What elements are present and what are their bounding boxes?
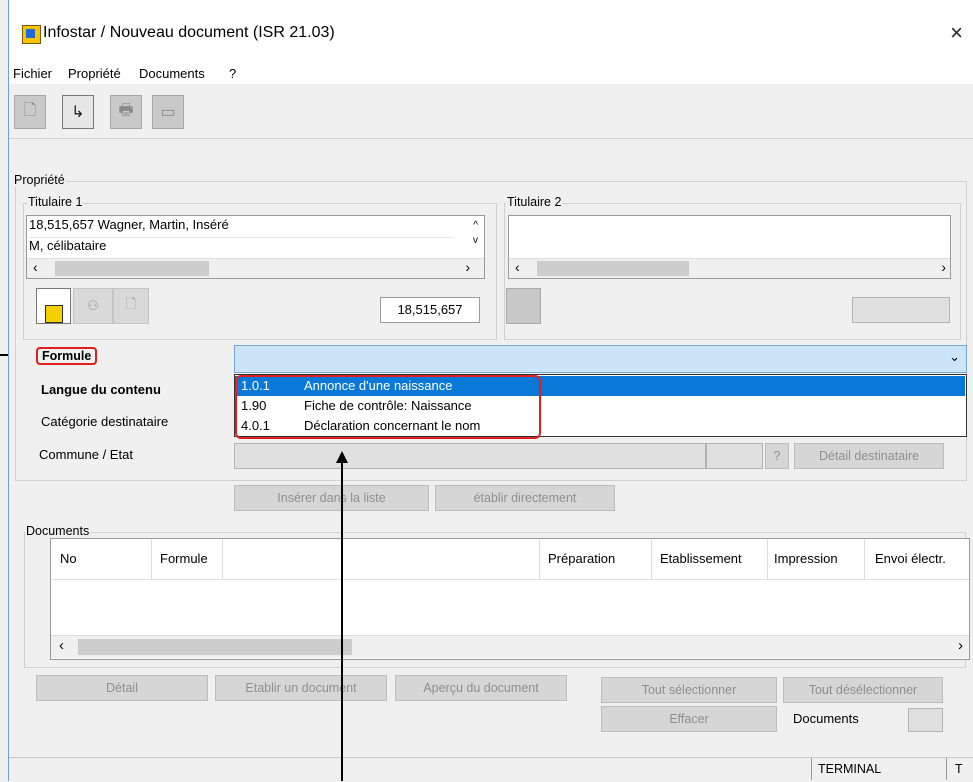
infostar-app-icon [22,25,41,44]
titulaire1-label: Titulaire 1 [27,195,84,209]
scroll-down-icon[interactable]: v [473,235,478,246]
window-title: Infostar / Nouveau document (ISR 21.03) [43,24,335,41]
commune-label: Commune / Etat [39,447,133,462]
apercu-document-button[interactable]: Aperçu du document [395,675,567,701]
titulaire2-id [852,297,950,323]
column-header-etablissement[interactable]: Etablissement [660,551,742,566]
effacer-button[interactable]: Effacer [601,706,777,732]
application-window: Infostar / Nouveau document (ISR 21.03) … [8,0,973,781]
langue-label: Langue du contenu [41,382,161,397]
card-icon[interactable]: ▭ [152,95,184,129]
person-search-icon[interactable] [506,288,541,324]
detail-destinataire-button[interactable]: Détail destinataire [794,443,944,469]
titulaire1-line2: M, célibataire [29,237,454,253]
scroll-left-icon[interactable]: ‹ [515,259,520,275]
scroll-thumb[interactable] [78,639,352,655]
annotation-arrow-up [341,462,343,781]
menu-fichier[interactable]: Fichier [13,66,52,81]
scroll-thumb[interactable] [55,261,209,276]
exit-door-icon[interactable]: ↳ [62,95,94,129]
scroll-right-icon[interactable]: › [958,637,963,654]
menu-bar: Fichier Propriété Documents ? [9,62,973,84]
etablir-document-button[interactable]: Etablir un document [215,675,387,701]
scroll-left-icon[interactable]: ‹ [59,637,64,654]
titulaire1-line1: 18,515,657 Wagner, Martin, Inséré [29,217,229,232]
status-t: T [955,762,963,776]
menu-propriete[interactable]: Propriété [68,66,121,81]
commune-code-input[interactable] [706,443,763,469]
commune-help-button[interactable]: ? [765,443,789,469]
tout-selectionner-button[interactable]: Tout sélectionner [601,677,777,703]
documents-label: Documents [25,524,91,538]
printer-icon[interactable]: 🖶 [110,95,142,129]
inserer-dans-la-liste-button[interactable]: Insérer dans la liste [234,485,429,511]
formule-dropdown[interactable]: ⌄ [234,345,967,373]
horizontal-scrollbar[interactable]: ‹ › [509,258,950,278]
categorie-label: Catégorie destinataire [41,414,169,429]
scroll-left-icon[interactable]: ‹ [33,259,38,275]
title-bar: Infostar / Nouveau document (ISR 21.03) … [9,0,973,70]
propriete-label: Propriété [13,173,66,187]
documents-table[interactable]: No Formule Préparation Etablissement Imp… [50,538,970,660]
column-header-formule[interactable]: Formule [160,551,208,566]
documents-count-label: Documents [793,711,859,726]
scroll-right-icon[interactable]: › [941,259,946,275]
blank-document-icon[interactable]: 🗋 [113,288,149,324]
options-highlight [235,375,541,439]
horizontal-scrollbar[interactable]: ‹ › [27,258,484,278]
tout-deselectionner-button[interactable]: Tout désélectionner [783,677,943,703]
titulaire1-id: 18,515,657 [380,297,480,323]
close-icon[interactable]: × [950,20,963,46]
column-header-impression[interactable]: Impression [774,551,838,566]
toolbar-divider [9,138,973,139]
etablir-directement-button[interactable]: établir directement [435,485,615,511]
chevron-down-icon[interactable]: ⌄ [949,349,960,365]
column-header-no[interactable]: No [60,551,77,566]
status-terminal: TERMINAL [811,758,947,780]
column-header-preparation[interactable]: Préparation [548,551,615,566]
new-document-icon[interactable]: 🗋 [14,95,46,129]
titulaire2-list[interactable]: ‹ › [508,215,951,279]
formule-label: Formule [36,347,98,365]
column-header-envoi[interactable]: Envoi électr. [875,551,946,566]
menu-documents[interactable]: Documents [139,66,205,81]
titulaire1-list[interactable]: 18,515,657 Wagner, Martin, Inséré M, cél… [26,215,485,279]
binoculars-icon[interactable]: ⚇ [73,288,113,324]
table-header: No Formule Préparation Etablissement Imp… [51,539,969,580]
scroll-right-icon[interactable]: › [465,259,470,275]
menu-help[interactable]: ? [229,66,236,81]
commune-input[interactable] [234,443,706,469]
scroll-up-icon[interactable]: ^ [473,220,478,231]
titulaire2-label: Titulaire 2 [506,195,563,209]
scroll-thumb[interactable] [537,261,689,276]
documents-count [908,708,943,732]
horizontal-scrollbar[interactable]: ‹ › [51,635,969,658]
detail-button[interactable]: Détail [36,675,208,701]
annotation-arrowhead-up [336,451,348,463]
person-search-icon[interactable] [36,288,71,324]
